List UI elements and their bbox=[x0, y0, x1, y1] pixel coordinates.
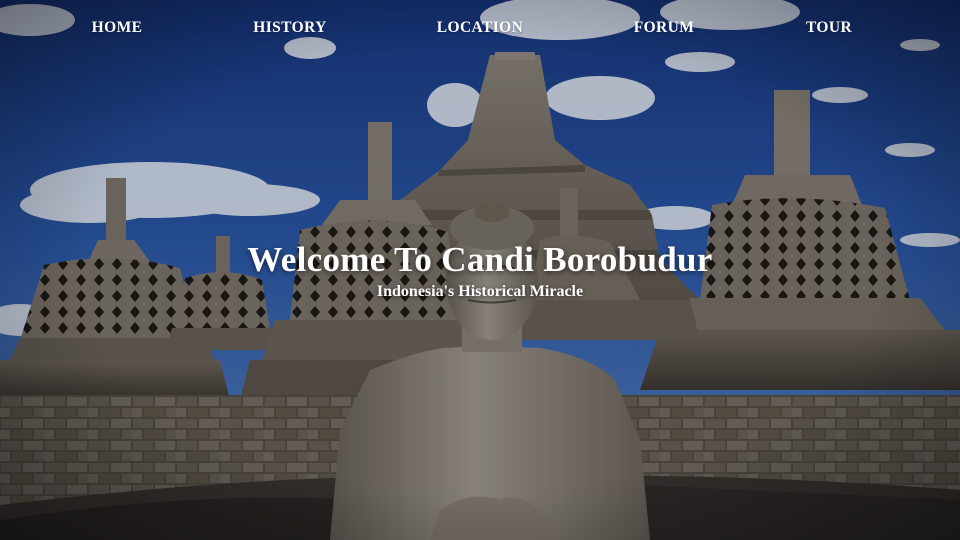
nav-link-home[interactable]: HOME bbox=[92, 19, 143, 37]
hero-title: Welcome To Candi Borobudur bbox=[247, 240, 713, 279]
nav-link-location[interactable]: LOCATION bbox=[437, 19, 523, 37]
hero-section: HOME HISTORY LOCATION FORUM TOUR Welcome… bbox=[0, 0, 960, 540]
main-navigation: HOME HISTORY LOCATION FORUM TOUR bbox=[0, 0, 960, 56]
nav-link-history[interactable]: HISTORY bbox=[253, 19, 326, 37]
hero-subtitle: Indonesia's Historical Miracle bbox=[376, 283, 584, 300]
nav-link-forum[interactable]: FORUM bbox=[634, 19, 695, 37]
nav-link-tour[interactable]: TOUR bbox=[806, 19, 852, 37]
